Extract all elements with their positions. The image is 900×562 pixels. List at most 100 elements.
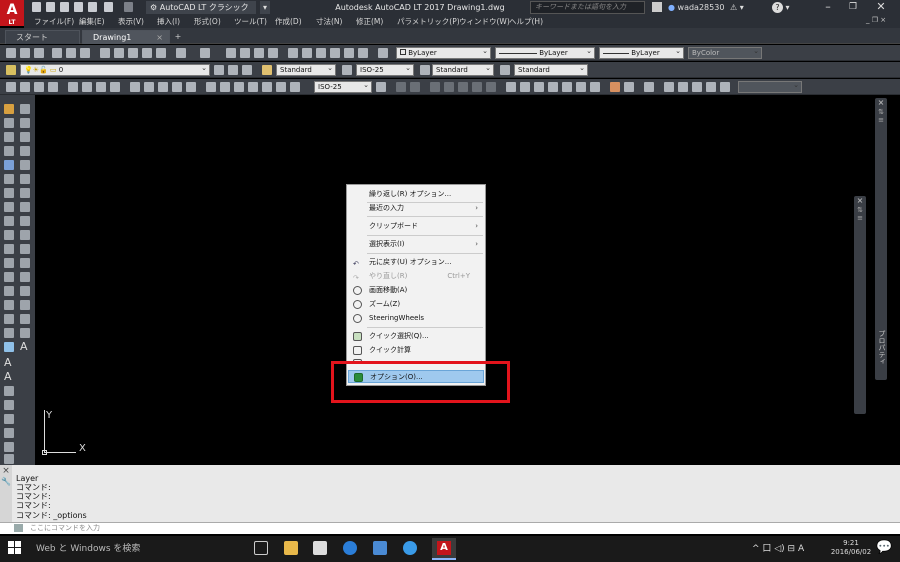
menu-tools[interactable]: ツール(T) [234, 15, 267, 28]
taskbar-search[interactable]: Web と Windows を検索 [32, 540, 242, 558]
chamfer-icon[interactable] [4, 300, 14, 310]
polygon-draw-icon[interactable] [20, 146, 30, 156]
text-style-dropdown[interactable]: Standard [276, 63, 336, 76]
palette2-settings-icon[interactable]: ≡ [854, 214, 866, 222]
menu-insert[interactable]: 挿入(I) [157, 15, 180, 28]
text-icon[interactable]: A [4, 357, 14, 368]
palette2-autohide-icon[interactable]: ⇅ [854, 206, 866, 214]
snap-perpendicular-icon[interactable] [548, 82, 558, 92]
maximize-button[interactable]: ❐ [843, 0, 863, 15]
ctx-recent-input[interactable]: 最近の入力 › [348, 202, 484, 215]
command-window-handle[interactable]: × 🔧 [0, 465, 12, 522]
multileader-style-icon[interactable] [500, 65, 510, 75]
ellipse-draw-icon[interactable] [20, 230, 30, 240]
table-style-dropdown[interactable]: Standard [432, 63, 494, 76]
zoom-realtime-icon[interactable] [240, 48, 250, 58]
table-icon[interactable] [720, 82, 730, 92]
dim-style-manager-icon[interactable] [376, 82, 386, 92]
snap-apparent-icon[interactable] [472, 82, 482, 92]
menu-help[interactable]: ヘルプ(H) [509, 15, 543, 28]
snap-nearest-icon[interactable] [610, 82, 620, 92]
match-properties-icon[interactable] [142, 48, 152, 58]
snap-extension-icon[interactable] [486, 82, 496, 92]
menu-modify[interactable]: 修正(M) [356, 15, 383, 28]
palette-settings-icon[interactable]: ≡ [875, 116, 887, 124]
ctx-repeat-options[interactable]: 繰り返し(R) オプション... [348, 188, 484, 201]
snap-midpoint-icon[interactable] [444, 82, 454, 92]
region-icon[interactable] [20, 328, 30, 338]
zoom-previous-icon[interactable] [268, 48, 278, 58]
scale-text-icon[interactable] [4, 442, 14, 452]
ctx-quick-select[interactable]: クイック選択(Q)... [348, 330, 484, 343]
publish-icon[interactable] [80, 48, 90, 58]
quick-calc-icon[interactable] [358, 48, 368, 58]
ellipse-arc-icon[interactable] [20, 244, 30, 254]
help-button[interactable]: ? ▾ [772, 1, 798, 14]
layer-dropdown[interactable]: 💡☀🔓 ▭ 0 [20, 63, 210, 76]
circle-icon[interactable] [68, 82, 78, 92]
save-icon[interactable] [60, 2, 69, 12]
menu-draw[interactable]: 作成(D) [275, 15, 302, 28]
properties-palette-label[interactable]: プロパティ [877, 330, 887, 365]
dim-style-dropdown[interactable]: ISO-25 [356, 63, 414, 76]
snap-node-icon[interactable] [590, 82, 600, 92]
snap-intersection-icon[interactable] [458, 82, 468, 92]
array-icon[interactable] [4, 174, 14, 184]
minimize-button[interactable]: – [818, 0, 838, 15]
ctx-undo-options[interactable]: ↶ 元に戻す(U) オプション... [348, 256, 484, 269]
user-name[interactable]: ● wada28530 [668, 1, 724, 14]
ctx-pan[interactable]: 画面移動(A) [348, 284, 484, 297]
move-icon[interactable] [4, 188, 14, 198]
explode-icon[interactable] [4, 328, 14, 338]
palette-strip-secondary[interactable]: × ⇅ ≡ [854, 196, 866, 414]
quick-dim-icon[interactable] [248, 82, 258, 92]
erase-icon[interactable] [4, 118, 14, 128]
arrow-icon[interactable] [396, 82, 406, 92]
command-close-icon[interactable]: × [0, 465, 12, 477]
snap-quadrant-icon[interactable] [520, 82, 530, 92]
dim-edit-icon[interactable] [290, 82, 300, 92]
menu-view[interactable]: 表示(V) [118, 15, 144, 28]
menu-parametric[interactable]: パラメトリック(P) [397, 15, 460, 28]
text-style-icon[interactable] [262, 65, 272, 75]
command-input[interactable]: ここにコマンドを入力 [0, 522, 900, 534]
menu-format[interactable]: 形式(O) [194, 15, 221, 28]
command-settings-icon[interactable]: 🔧 [0, 477, 12, 487]
block-icon[interactable] [20, 272, 30, 282]
undo-icon[interactable] [104, 2, 113, 12]
scale-icon[interactable] [4, 216, 14, 226]
ie-icon[interactable] [403, 541, 417, 555]
palette2-close-icon[interactable]: × [854, 196, 866, 206]
plot-style-dropdown[interactable]: ByColor [688, 46, 762, 59]
arc-draw-icon[interactable] [20, 132, 30, 142]
osnap-settings-icon[interactable] [644, 82, 654, 92]
snap-insert-icon[interactable] [576, 82, 586, 92]
help-icon[interactable] [378, 48, 388, 58]
workspace-selector[interactable]: ⚙ AutoCAD LT クラシック [146, 1, 256, 14]
trim-icon[interactable] [4, 244, 14, 254]
table-style-icon[interactable] [420, 65, 430, 75]
tab-start[interactable]: スタート [5, 30, 80, 44]
polyline-icon[interactable] [34, 82, 44, 92]
snap-parallel-icon[interactable] [562, 82, 572, 92]
quick-access-dropdown[interactable]: ▾ [260, 1, 270, 14]
draw-line-icon[interactable] [20, 104, 30, 114]
continue-dim-icon[interactable] [172, 82, 182, 92]
taskbar-clock[interactable]: 9:21 2016/06/02 [830, 539, 872, 557]
point-draw-icon[interactable] [20, 286, 30, 296]
undo-icon[interactable] [176, 48, 186, 58]
palette-autohide-icon[interactable]: ⇅ [875, 108, 887, 116]
stretch-icon[interactable] [4, 230, 14, 240]
diameter-dim-icon[interactable] [220, 82, 230, 92]
ordinate-dim-icon[interactable] [186, 82, 196, 92]
text-style-tool-icon[interactable] [4, 428, 14, 438]
new-tab-button[interactable]: + [172, 31, 184, 43]
save-as-icon[interactable] [74, 2, 83, 12]
menu-edit[interactable]: 編集(E) [79, 15, 105, 28]
palette-strip-main[interactable]: × ⇅ ≡ プロパティ [875, 98, 887, 380]
polygon-icon[interactable] [48, 82, 58, 92]
snap-none-icon[interactable] [624, 82, 634, 92]
layer-isolate-icon[interactable] [242, 65, 252, 75]
multiline-text-icon[interactable]: A [20, 341, 30, 352]
rectangle-icon[interactable] [20, 160, 30, 170]
